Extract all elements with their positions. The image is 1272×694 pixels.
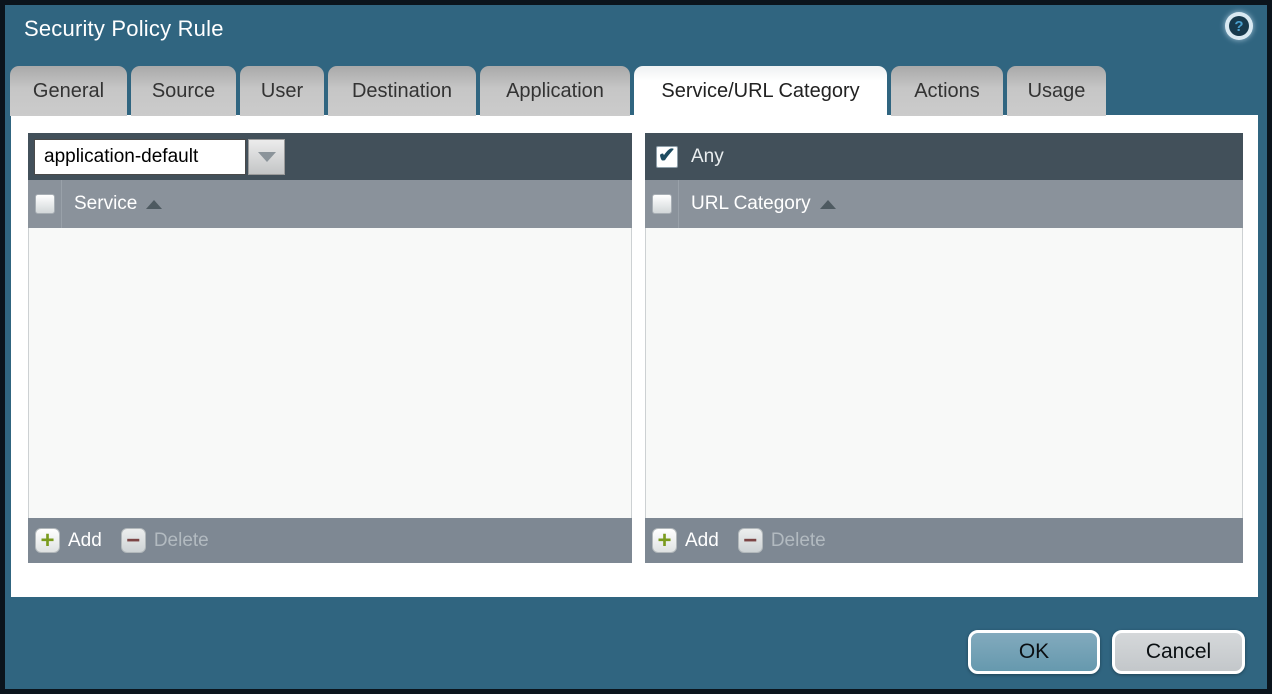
- url-category-list-body[interactable]: [645, 228, 1243, 518]
- add-plus-icon: +: [652, 528, 677, 553]
- service-column-label[interactable]: Service: [74, 193, 137, 215]
- service-add-button[interactable]: + Add: [35, 528, 102, 553]
- sort-ascending-icon[interactable]: [820, 200, 836, 209]
- security-policy-rule-dialog: Security Policy Rule ? General Source Us…: [5, 5, 1267, 689]
- url-category-delete-button[interactable]: − Delete: [738, 528, 826, 553]
- service-column-header-row: Service: [28, 180, 632, 228]
- tab-usage[interactable]: Usage: [1007, 66, 1106, 116]
- tab-source[interactable]: Source: [131, 66, 236, 116]
- delete-minus-icon: −: [121, 528, 146, 553]
- cancel-button[interactable]: Cancel: [1112, 630, 1245, 674]
- url-category-column-header-row: URL Category: [645, 180, 1243, 228]
- service-type-dropdown-value[interactable]: application-default: [34, 139, 246, 175]
- service-select-all-cell: [28, 180, 62, 228]
- ok-button[interactable]: OK: [968, 630, 1100, 674]
- url-category-select-all-cell: [645, 180, 679, 228]
- url-category-select-all-checkbox[interactable]: [652, 194, 672, 214]
- tab-actions[interactable]: Actions: [891, 66, 1003, 116]
- service-panel: application-default Service + Add: [28, 133, 632, 563]
- any-checkbox[interactable]: [656, 146, 678, 168]
- tab-user[interactable]: User: [240, 66, 324, 116]
- help-question-glyph: ?: [1229, 16, 1249, 36]
- tab-service-url-category[interactable]: Service/URL Category: [634, 66, 887, 116]
- url-category-add-label: Add: [685, 530, 719, 552]
- tab-content-area: application-default Service + Add: [11, 115, 1258, 597]
- url-category-toolbar: Any: [645, 133, 1243, 180]
- any-checkbox-row: Any: [656, 146, 724, 168]
- sort-ascending-icon[interactable]: [146, 200, 162, 209]
- add-plus-icon: +: [35, 528, 60, 553]
- tab-general[interactable]: General: [10, 66, 127, 116]
- service-type-dropdown-button[interactable]: [248, 139, 285, 175]
- url-category-footer: + Add − Delete: [645, 518, 1243, 563]
- service-toolbar: application-default: [28, 133, 632, 180]
- url-category-panel: Any URL Category + Add − Delete: [645, 133, 1243, 563]
- service-delete-button[interactable]: − Delete: [121, 528, 209, 553]
- url-category-delete-label: Delete: [771, 530, 826, 552]
- delete-minus-icon: −: [738, 528, 763, 553]
- help-icon[interactable]: ?: [1225, 12, 1253, 40]
- service-footer: + Add − Delete: [28, 518, 632, 563]
- service-list-body[interactable]: [28, 228, 632, 518]
- service-add-label: Add: [68, 530, 102, 552]
- any-checkbox-label: Any: [691, 146, 724, 168]
- url-category-column-label[interactable]: URL Category: [691, 193, 811, 215]
- tab-bar: General Source User Destination Applicat…: [10, 66, 1106, 116]
- chevron-down-icon: [258, 152, 276, 162]
- url-category-add-button[interactable]: + Add: [652, 528, 719, 553]
- dialog-title: Security Policy Rule: [24, 16, 224, 42]
- tab-application[interactable]: Application: [480, 66, 630, 116]
- tab-destination[interactable]: Destination: [328, 66, 476, 116]
- service-type-dropdown[interactable]: application-default: [34, 139, 285, 175]
- service-select-all-checkbox[interactable]: [35, 194, 55, 214]
- service-delete-label: Delete: [154, 530, 209, 552]
